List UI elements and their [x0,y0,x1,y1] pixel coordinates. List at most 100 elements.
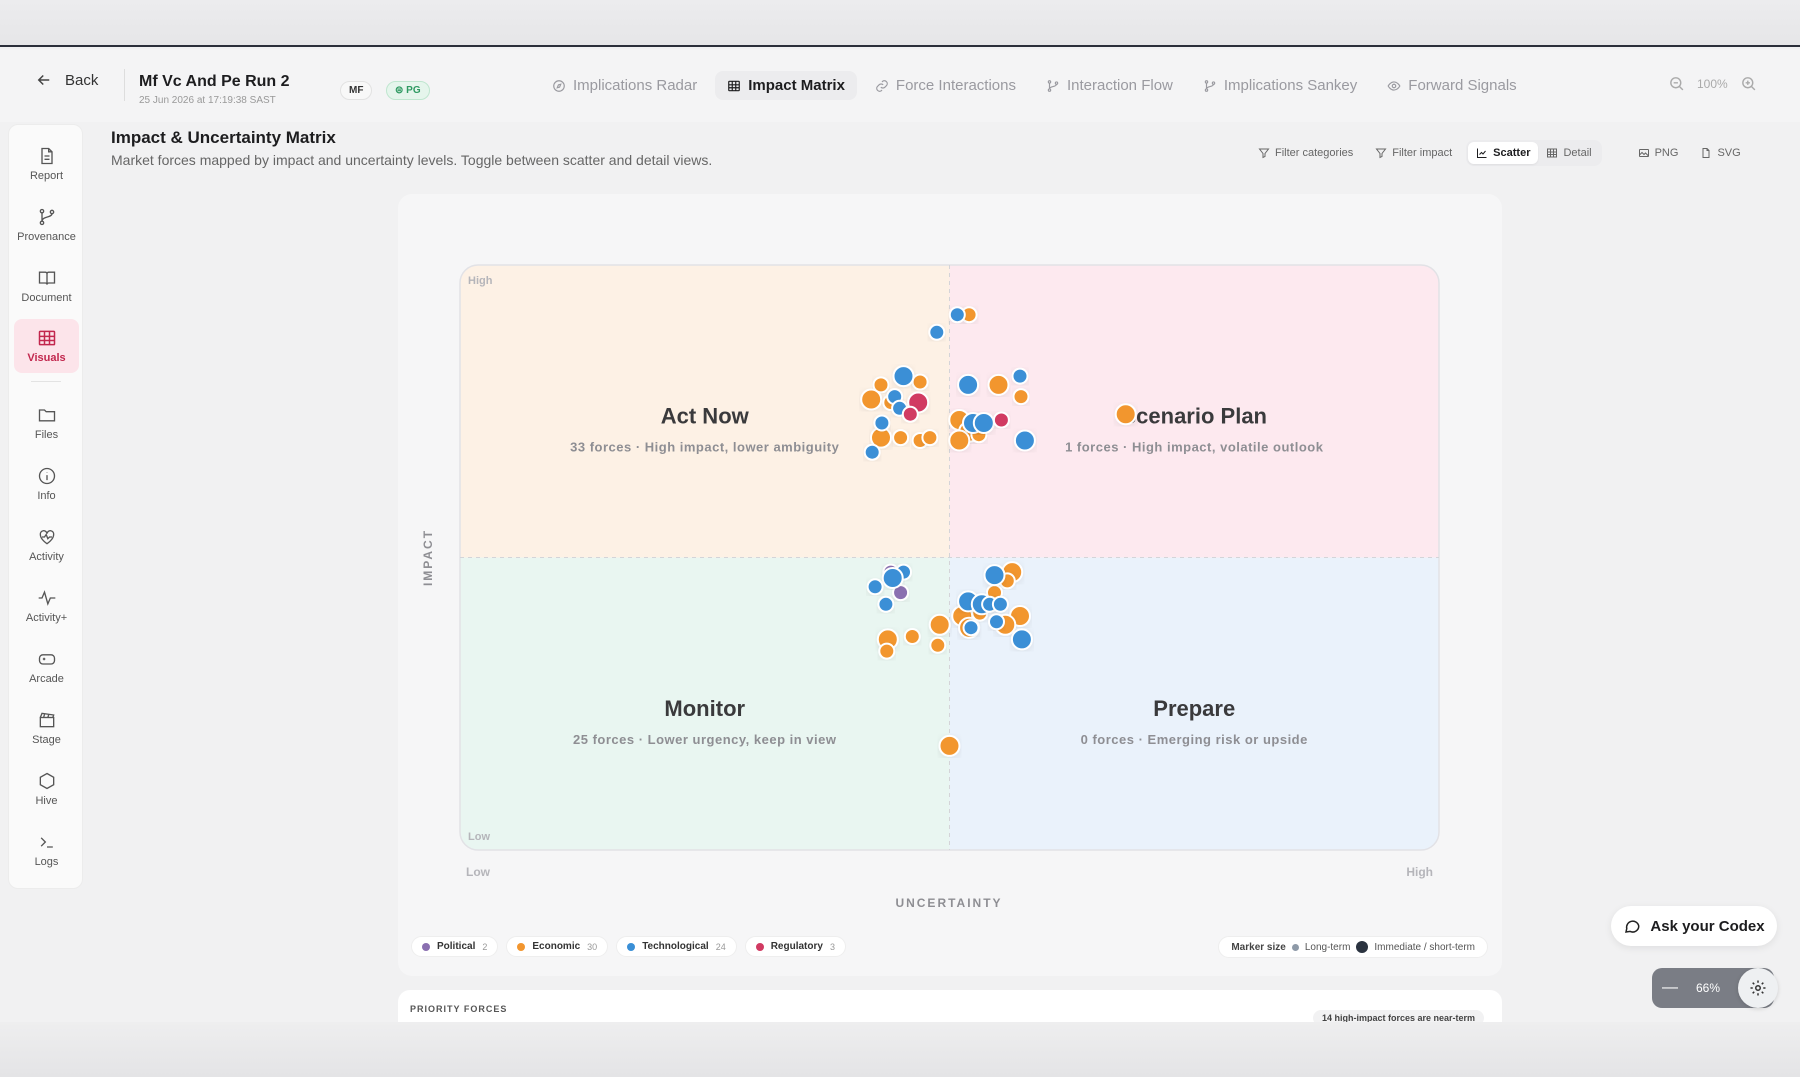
sidebar-item-arcade[interactable]: Arcade [14,640,79,694]
data-point-technological[interactable] [892,365,915,388]
run-date: 25 Jun 2026 at 17:19:38 SAST [139,95,276,106]
legend-technological[interactable]: Technological 24 [616,936,737,957]
sidebar-item-stage[interactable]: Stage [14,701,79,755]
settings-button[interactable] [1738,968,1778,1008]
sidebar: Report Provenance Document Visuals Files… [8,124,83,889]
quadrant-description: 33 forces · High impact, lower ambiguity [570,439,839,454]
back-button[interactable]: Back [35,71,98,89]
priority-forces-title: PRIORITY FORCES [410,1004,508,1014]
tab-implications-sankey[interactable]: Implications Sankey [1191,71,1369,100]
data-point-technological[interactable] [1013,429,1036,452]
tab-interaction-flow[interactable]: Interaction Flow [1034,71,1185,100]
quadrant-title: Act Now [661,403,750,428]
priority-forces-card: PRIORITY FORCES 14 high-impact forces ar… [398,990,1502,1022]
regulatory-dot [755,942,764,951]
tab-impact-matrix[interactable]: Impact Matrix [715,71,857,100]
app-header: Back Mf Vc And Pe Run 2 25 Jun 2026 at 1… [0,49,1800,122]
zoom-minus-button[interactable]: — [1652,979,1688,997]
data-point-technological[interactable] [988,613,1005,631]
filter-categories-label: Filter categories [1275,147,1354,159]
data-point-economic[interactable] [1012,388,1030,406]
export-svg-button[interactable]: SVG [1692,142,1748,164]
category-legend: Political 2 Economic 30 Technological 24… [411,936,846,957]
data-point-technological[interactable] [1011,367,1029,385]
sidebar-item-report[interactable]: Report [14,137,79,191]
legend-count: 24 [715,941,726,952]
sidebar-item-activity-plus[interactable]: Activity+ [14,579,79,633]
visual-tabs: Implications Radar Impact Matrix Force I… [540,71,1535,100]
data-point-economic[interactable] [921,429,939,447]
terminal-icon [40,837,53,848]
tab-label: Force Interactions [895,77,1016,94]
legend-label: Regulatory [770,941,823,952]
sidebar-item-label: Files [34,429,59,441]
sidebar-item-label: Provenance [17,231,76,243]
chart-icon [1477,148,1487,158]
data-point-economic[interactable] [929,636,947,654]
sidebar-item-label: Info [37,490,56,502]
data-point-economic[interactable] [903,628,921,645]
y-axis-label: IMPACT [421,529,435,586]
export-png-button[interactable]: PNG [1630,142,1687,164]
data-point-economic[interactable] [860,388,883,411]
data-point-technological[interactable] [962,619,980,637]
data-point-technological[interactable] [863,443,881,461]
tab-force-interactions[interactable]: Force Interactions [863,71,1028,100]
zoom-in-icon[interactable] [1740,75,1757,92]
quadrant-title: Scenario Plan [1121,403,1267,428]
y-tick-low: Low [468,831,490,843]
legend-economic[interactable]: Economic 30 [506,936,609,957]
tab-forward-signals[interactable]: Forward Signals [1375,71,1528,100]
legend-political[interactable]: Political 2 [411,936,499,957]
tab-label: Impact Matrix [748,77,845,94]
legend-regulatory[interactable]: Regulatory 3 [744,936,846,957]
detail-view-button[interactable]: Detail [1538,142,1599,164]
data-point-regulatory[interactable] [992,411,1010,429]
canvas-zoom-pill: — 66% [1652,968,1778,1008]
data-point-technological[interactable] [928,323,946,341]
tab-implications-radar[interactable]: Implications Radar [540,71,709,100]
filter-icon [1258,148,1270,159]
data-point-economic[interactable] [1114,403,1137,426]
data-point-economic[interactable] [928,613,951,636]
data-point-technological[interactable] [972,412,995,434]
sidebar-item-info[interactable]: Info [14,457,79,511]
sidebar-item-activity[interactable]: Activity [14,518,79,572]
data-point-economic[interactable] [911,373,929,391]
filter-categories-button[interactable]: Filter categories [1250,142,1361,164]
data-point-technological[interactable] [866,578,884,596]
data-point-economic[interactable] [892,429,910,447]
data-point-technological[interactable] [983,564,1006,587]
data-point-economic[interactable] [878,642,896,660]
image-icon [1638,149,1649,157]
data-point-economic[interactable] [948,429,971,452]
sidebar-item-logs[interactable]: Logs [14,823,79,877]
legend-count: 2 [482,941,488,952]
scatter-view-button[interactable]: Scatter [1468,142,1539,164]
back-label: Back [65,71,99,89]
data-point-technological[interactable] [1010,628,1033,651]
view-toolbar: Filter categories Filter impact Scatter … [1250,140,1749,166]
data-point-technological[interactable] [948,306,966,324]
zoom-out-icon[interactable] [1668,75,1685,92]
sidebar-item-visuals[interactable]: Visuals [14,319,79,373]
sidebar-item-label: Report [29,170,64,182]
data-point-technological[interactable] [991,595,1009,613]
ask-codex-button[interactable]: Ask your Codex [1611,906,1777,946]
sidebar-item-document[interactable]: Document [14,259,79,313]
data-point-technological[interactable] [881,567,904,589]
impact-matrix-chart: Act Now 33 forces · High impact, lower am… [421,264,1440,910]
filter-impact-button[interactable]: Filter impact [1367,142,1460,164]
data-point-economic[interactable] [938,734,961,757]
data-point-regulatory[interactable] [901,405,919,423]
quadrant-description: 1 forces · High impact, volatile outlook [1065,439,1324,454]
sidebar-item-provenance[interactable]: Provenance [14,198,79,252]
data-point-technological[interactable] [873,414,891,432]
data-point-technological[interactable] [957,373,980,396]
data-point-technological[interactable] [877,595,895,613]
technological-dot [627,942,636,951]
sidebar-item-files[interactable]: Files [14,396,79,450]
sidebar-item-hive[interactable]: Hive [14,762,79,816]
data-point-economic[interactable] [987,373,1010,396]
large-marker-dot [1356,941,1369,953]
